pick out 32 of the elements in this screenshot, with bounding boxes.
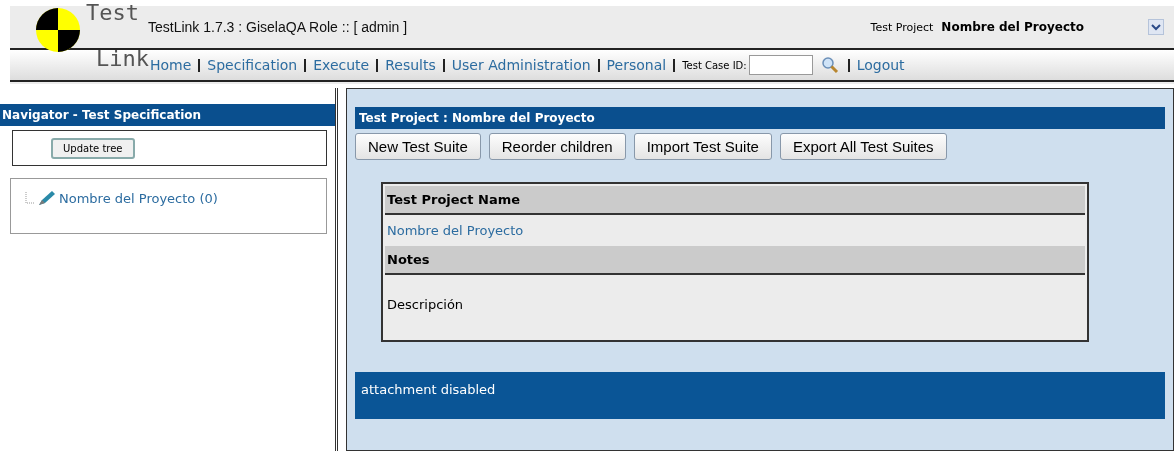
logo-icon [34,6,82,54]
attachment-bar: attachment disabled [355,372,1165,419]
search-icon[interactable] [820,56,839,74]
project-label: Test Project [870,20,934,34]
app-title: TestLink 1.7.3 : GiselaQA Role :: [ admin ] [148,19,409,35]
nav-link[interactable]: Execute [313,57,370,73]
action-button[interactable]: Reorder children [488,133,626,160]
logo-text-bottom: Link [96,48,149,70]
test-case-id-label: Test Case ID: [682,59,747,71]
logout-link[interactable]: Logout [856,57,905,73]
update-tree-button[interactable]: Update tree [51,137,135,159]
action-button[interactable]: Import Test Suite [633,133,772,160]
table-header: Test Project Name [385,186,1085,215]
table-header: Notes [385,246,1085,275]
project-name-link[interactable]: Nombre del Proyecto [387,223,524,238]
nav-link[interactable]: Home [150,57,192,73]
nav-link[interactable]: Personal [606,57,667,73]
tree-connector-icon [25,192,35,204]
nav-link[interactable]: Specification [207,57,298,73]
nav-link[interactable]: User Administration [451,57,591,73]
dropdown-icon[interactable] [1148,19,1164,35]
test-case-id-field[interactable] [748,55,813,75]
pencil-icon [37,189,57,207]
nav-link[interactable]: Results [385,57,436,73]
main-title: Test Project : Nombre del Proyecto [355,107,1165,129]
action-button[interactable]: New Test Suite [355,133,481,160]
logo-text-top: Test [86,0,139,25]
notes-text: Descripción [387,297,464,312]
action-button[interactable]: Export All Test Suites [779,133,947,160]
project-select[interactable]: Nombre del Proyecto [941,20,1084,34]
tree-node[interactable]: Nombre del Proyecto (0) [59,190,218,206]
navigator-title: Navigator - Test Specification [0,104,335,126]
